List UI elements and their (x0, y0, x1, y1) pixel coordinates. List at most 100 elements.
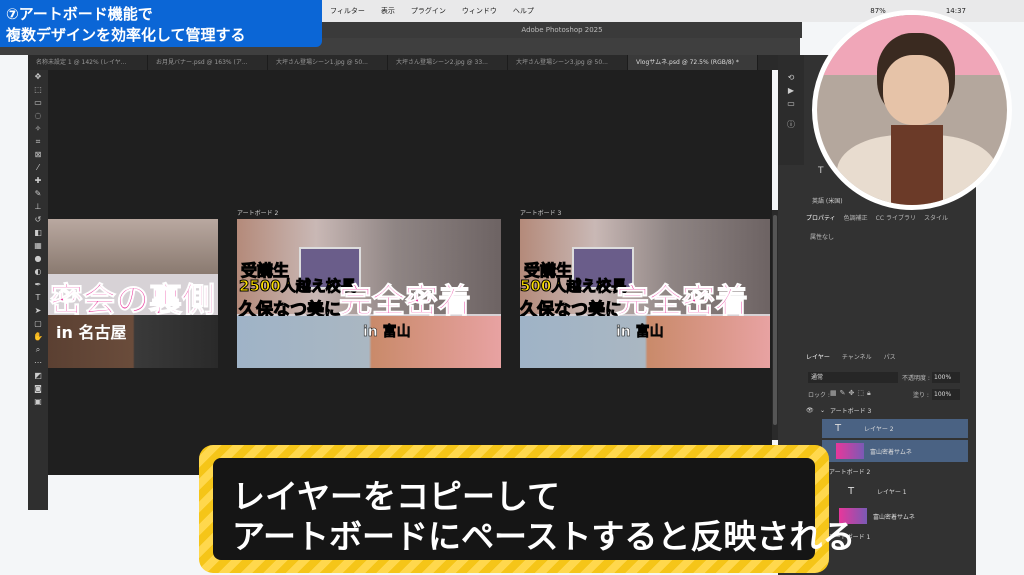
type-tool-icon[interactable]: T (28, 291, 48, 304)
frame-tool-icon[interactable]: ⊠ (28, 148, 48, 161)
layer-name: レイヤー 1 (877, 489, 907, 496)
artboard-3-line2: 500人越え校長 (520, 277, 627, 296)
play-icon[interactable]: ▶ (778, 84, 804, 97)
menu-window[interactable]: ウィンドウ (462, 6, 497, 16)
marquee-tool-icon[interactable]: ▭ (28, 96, 48, 109)
blur-tool-icon[interactable]: ● (28, 252, 48, 265)
presenter-face (883, 55, 949, 125)
artboard-2-label[interactable]: アートボード 2 (237, 208, 278, 217)
healing-brush-icon[interactable]: ✚ (28, 174, 48, 187)
color-swatches-icon[interactable]: ◩ (28, 369, 48, 382)
badge-line-1: ⑦アートボード機能で (6, 5, 153, 23)
visibility-eye-icon[interactable]: 👁︎ (806, 407, 820, 414)
menu-help[interactable]: ヘルプ (513, 6, 534, 16)
layer-name: アートボード 2 (829, 469, 871, 476)
zoom-tool-icon[interactable]: ⌕ (28, 343, 48, 356)
text-layer-icon: T (847, 486, 855, 497)
menu-filter[interactable]: フィルター (330, 6, 365, 16)
artboard-2[interactable]: 受講生 2500人越え校長 久保なつ美に 完全密着 in 富山 (237, 219, 501, 368)
artboard-3-place: in 富山 (616, 324, 664, 341)
tab-paths[interactable]: パス (884, 352, 896, 361)
layer-text-1[interactable]: T レイヤー 1 (829, 482, 968, 501)
lasso-tool-icon[interactable]: ◌ (28, 109, 48, 122)
artboard-tool-icon[interactable]: ⬚ (28, 83, 48, 96)
layer-name: 富山密着サムネ (873, 513, 915, 521)
menu-plugins[interactable]: プラグイン (411, 6, 446, 16)
text-layer-icon: T (834, 423, 842, 434)
tab-doc-4[interactable]: 大坪さん登場シーン2.jpg @ 33... (388, 55, 508, 70)
shape-tool-icon[interactable]: ▢ (28, 317, 48, 330)
tab-doc-active[interactable]: Vlogサムネ.psd @ 72.5% (RGB/8) * (628, 55, 758, 70)
fill-field[interactable]: 100% (932, 389, 960, 400)
layer-name: レイヤー 2 (864, 426, 894, 433)
gradient-tool-icon[interactable]: ▦ (28, 239, 48, 252)
tab-adjustments[interactable]: 色調補正 (844, 213, 868, 222)
panel-icon-strip: ⟲ ▶ ▭ ⓘ (778, 55, 804, 165)
chapter-badge: ⑦アートボード機能で 複数デザインを効率化して管理する (0, 0, 322, 47)
quick-mask-icon[interactable]: ◙ (28, 382, 48, 395)
scrollbar-thumb[interactable] (773, 215, 777, 425)
clock: 14:37 (945, 7, 966, 15)
character-panel-type-icon: T (818, 166, 824, 176)
crowd-photo (48, 219, 218, 274)
dodge-tool-icon[interactable]: ◐ (28, 265, 48, 278)
layer-name: 富山密着サムネ (870, 448, 912, 456)
tools-panel: ✥ ⬚ ▭ ◌ ✧ ⌗ ⊠ ⁄ ✚ ✎ ⊥ ↺ ◧ ▦ ● ◐ ✒ T ➤ ▢ … (28, 70, 48, 510)
artboard-1[interactable]: 密会の裏側 in 名古屋 (48, 219, 218, 368)
artboard-3[interactable]: 受講生 500人越え校長 久保なつ美に 完全密着 in 富山 (520, 219, 770, 368)
layer-group-artboard-3[interactable]: 👁︎ ⌄ アートボード 3 (806, 401, 968, 420)
layer-image-3[interactable]: 富山密着サムネ (822, 440, 968, 462)
tab-doc-1[interactable]: 名称未設定 1 @ 142% (レイヤ... (28, 55, 148, 70)
tab-doc-2[interactable]: お月見バナー.psd @ 163% (ア... (148, 55, 268, 70)
stamp-tool-icon[interactable]: ⊥ (28, 200, 48, 213)
badge-line-2: 複数デザインを効率化して管理する (6, 26, 246, 44)
lock-label: ロック : (808, 392, 830, 399)
eyedropper-icon[interactable]: ⁄ (28, 161, 48, 174)
artboard-1-heading: 密会の裏側 (50, 280, 216, 320)
properties-empty-text: 属性なし (810, 234, 835, 241)
document-tabs: 名称未設定 1 @ 142% (レイヤ... お月見バナー.psd @ 163%… (28, 55, 800, 70)
properties-tabs: プロパティ 色調補正 CC ライブラリ スタイル (806, 213, 976, 222)
pen-tool-icon[interactable]: ✒ (28, 278, 48, 291)
move-tool-icon[interactable]: ✥ (28, 70, 48, 83)
opacity-label: 不透明度 : (902, 375, 930, 382)
path-selection-icon[interactable]: ➤ (28, 304, 48, 317)
app-title: Adobe Photoshop 2025 (322, 22, 802, 38)
info-icon[interactable]: ⓘ (778, 118, 804, 131)
crop-tool-icon[interactable]: ⌗ (28, 135, 48, 148)
lock-icons[interactable]: ▦✎✥⬚🔒︎ (830, 389, 874, 398)
hand-tool-icon[interactable]: ✋ (28, 330, 48, 343)
chevron-down-icon[interactable]: ⌄ (820, 407, 830, 414)
history-icon[interactable]: ⟲ (778, 71, 804, 84)
layer-group-artboard-2[interactable]: アートボード 2 (829, 462, 991, 481)
presenter-webcam (812, 10, 1012, 210)
layer-text-2[interactable]: T レイヤー 2 (822, 419, 968, 438)
tab-doc-3[interactable]: 大坪さん登場シーン1.jpg @ 50... (268, 55, 388, 70)
tab-properties[interactable]: プロパティ (806, 213, 836, 222)
more-tools-icon[interactable]: ⋯ (28, 356, 48, 369)
image-thumbnail (836, 443, 864, 459)
artboard-2-place: in 富山 (363, 324, 411, 341)
screen-mode-icon[interactable]: ▣ (28, 395, 48, 408)
history-brush-icon[interactable]: ↺ (28, 213, 48, 226)
caption-line-2: アートボードにペーストすると反映される (232, 517, 856, 556)
artboard-3-heading: 完全密着 (616, 281, 749, 321)
tab-doc-5[interactable]: 大坪さん登場シーン3.jpg @ 50... (508, 55, 628, 70)
artboard-2-heading: 完全密着 (339, 281, 472, 321)
tab-styles[interactable]: スタイル (924, 213, 948, 222)
menu-view[interactable]: 表示 (381, 6, 395, 16)
tab-layers[interactable]: レイヤー (806, 352, 830, 361)
magic-wand-icon[interactable]: ✧ (28, 122, 48, 135)
opacity-field[interactable]: 100% (932, 372, 960, 383)
tab-cc-libraries[interactable]: CC ライブラリ (876, 213, 916, 222)
fill-label: 塗り : (913, 392, 929, 399)
layers-tabs: レイヤー チャンネル パス (806, 352, 976, 361)
comment-icon[interactable]: ▭ (778, 97, 804, 110)
artboard-1-place: in 名古屋 (56, 323, 127, 342)
tab-channels[interactable]: チャンネル (842, 352, 872, 361)
brush-tool-icon[interactable]: ✎ (28, 187, 48, 200)
blend-mode-select[interactable]: 通常 (808, 372, 898, 383)
artboard-3-label[interactable]: アートボード 3 (520, 208, 561, 217)
eraser-icon[interactable]: ◧ (28, 226, 48, 239)
presenter-sweater (891, 125, 943, 205)
